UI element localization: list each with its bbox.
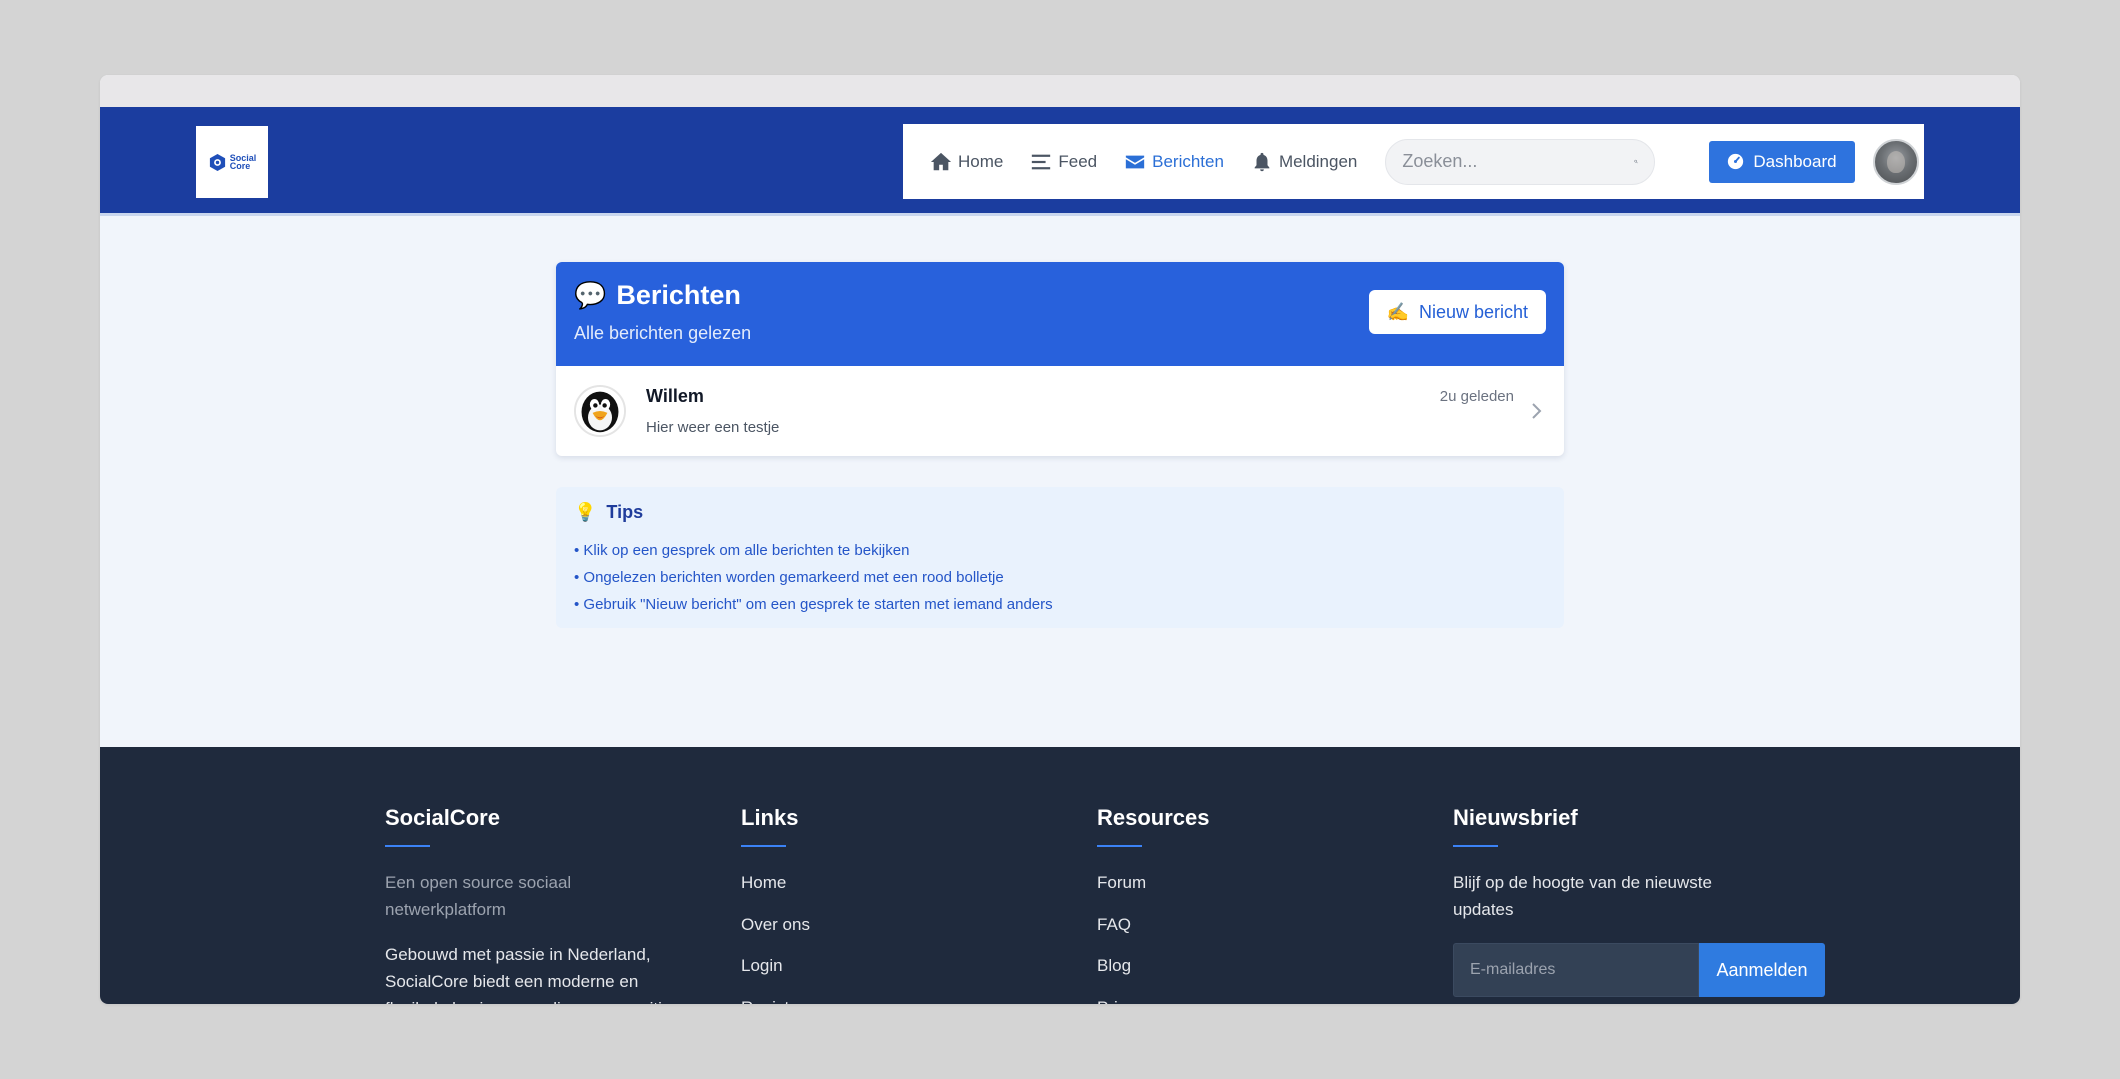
- search-box: [1385, 138, 1656, 185]
- messages-title-text: Berichten: [616, 280, 741, 310]
- speech-bubble-icon: 💬: [574, 280, 607, 310]
- footer-link-over-ons[interactable]: Over ons: [741, 911, 1041, 953]
- envelope-icon: [1125, 155, 1145, 168]
- conversation-avatar: [574, 385, 626, 437]
- conversation-preview: Hier weer een testje: [646, 419, 780, 436]
- tip-item: • Ongelezen berichten worden gemarkeerd …: [574, 569, 1004, 586]
- footer-newsletter-title: Nieuwsbrief: [1453, 805, 1578, 830]
- dashboard-label: Dashboard: [1753, 151, 1837, 171]
- tips-title-text: Tips: [606, 502, 644, 522]
- footer-link-blog[interactable]: Blog: [1097, 952, 1397, 994]
- tips-list: • Klik op een gesprek om alle berichten …: [574, 537, 1546, 618]
- nav-berichten-label: Berichten: [1152, 151, 1224, 171]
- logo-wordmark: Social Core: [229, 153, 257, 171]
- nav-meldingen[interactable]: Meldingen: [1251, 151, 1357, 173]
- menu-icon: [1032, 154, 1051, 169]
- footer-divider: [385, 845, 430, 847]
- tips-panel: 💡 Tips • Klik op een gesprek om alle ber…: [556, 487, 1564, 628]
- nav-feed-label: Feed: [1058, 151, 1098, 171]
- newsletter-subscribe-button[interactable]: Aanmelden: [1699, 943, 1825, 997]
- messages-card: 💬 Berichten Alle berichten gelezen ✍️ Ni…: [556, 262, 1564, 456]
- footer-description: Gebouwd met passie in Nederland, SocialC…: [385, 945, 680, 1004]
- footer-links: Links Home Over ons Login Registreren: [741, 805, 1041, 1004]
- footer-resources-list: Forum FAQ Blog Privacy: [1097, 869, 1397, 1004]
- tips-title: 💡 Tips: [574, 502, 1546, 523]
- footer-divider: [1453, 845, 1498, 847]
- user-avatar[interactable]: [1872, 138, 1919, 185]
- conversation-name: Willem: [646, 386, 704, 406]
- messages-header: 💬 Berichten Alle berichten gelezen ✍️ Ni…: [556, 262, 1564, 366]
- footer-links-list: Home Over ons Login Registreren: [741, 869, 1041, 1004]
- nav-feed[interactable]: Feed: [1030, 151, 1097, 173]
- footer-divider: [741, 845, 786, 847]
- gauge-icon: [1728, 153, 1744, 170]
- conversation-time: 2u geleden: [1439, 388, 1514, 405]
- tip-item: • Klik op een gesprek om alle berichten …: [574, 542, 910, 559]
- footer-resources: Resources Forum FAQ Blog Privacy: [1097, 805, 1397, 1004]
- footer-link-faq[interactable]: FAQ: [1097, 911, 1397, 953]
- footer-tagline: Een open source sociaal netwerkplatform: [385, 873, 572, 919]
- footer-about-title: SocialCore: [385, 805, 500, 830]
- bell-icon: [1254, 152, 1270, 171]
- chevron-right-icon: [1532, 403, 1542, 419]
- penguin-avatar-icon: [576, 387, 624, 435]
- footer-link-home[interactable]: Home: [741, 869, 1041, 911]
- footer-link-forum[interactable]: Forum: [1097, 869, 1397, 911]
- footer-divider: [1097, 845, 1142, 847]
- tip-item: • Gebruik "Nieuw bericht" om een gesprek…: [574, 596, 1053, 613]
- nav-meldingen-label: Meldingen: [1278, 151, 1358, 171]
- conversation-row[interactable]: Willem Hier weer een testje 2u geleden: [556, 366, 1564, 456]
- footer-about: SocialCore Een open source sociaal netwe…: [385, 805, 685, 1004]
- footer-resources-title: Resources: [1097, 805, 1210, 830]
- new-message-label: Nieuw bericht: [1418, 301, 1528, 322]
- footer-link-privacy[interactable]: Privacy: [1097, 994, 1397, 1005]
- lightbulb-icon: 💡: [574, 502, 597, 522]
- conversation-body: Willem Hier weer een testje: [646, 386, 779, 436]
- home-icon: [930, 152, 952, 170]
- site-logo[interactable]: Social Core: [196, 126, 268, 198]
- search-icon[interactable]: [1634, 152, 1639, 171]
- site-header: Social Core Home Feed Berichten Meldinge…: [100, 107, 2020, 216]
- dashboard-button[interactable]: Dashboard: [1709, 140, 1855, 183]
- hexagon-logo-icon: [209, 153, 225, 171]
- nav-home[interactable]: Home: [930, 151, 1003, 173]
- browser-window: Social Core Home Feed Berichten Meldinge…: [100, 75, 2020, 1004]
- newsletter-email-input[interactable]: [1453, 943, 1699, 997]
- browser-chrome: [100, 75, 2020, 107]
- new-message-button[interactable]: ✍️ Nieuw bericht: [1368, 290, 1546, 334]
- nav-berichten[interactable]: Berichten: [1124, 151, 1224, 173]
- footer-newsletter: Nieuwsbrief Blijf op de hoogte van de ni…: [1453, 805, 1833, 997]
- newsletter-text: Blijf op de hoogte van de nieuwste updat…: [1453, 873, 1712, 919]
- main-navigation: Home Feed Berichten Meldingen Dashboard: [903, 124, 1924, 199]
- site-footer: SocialCore Een open source sociaal netwe…: [100, 747, 2020, 1004]
- footer-links-title: Links: [741, 805, 799, 830]
- newsletter-form: Aanmelden: [1453, 943, 1825, 997]
- footer-link-registreren[interactable]: Registreren: [741, 994, 1041, 1005]
- search-input[interactable]: [1402, 151, 1635, 172]
- footer-link-login[interactable]: Login: [741, 952, 1041, 994]
- nav-home-label: Home: [958, 151, 1004, 171]
- writing-hand-icon: ✍️: [1386, 301, 1409, 322]
